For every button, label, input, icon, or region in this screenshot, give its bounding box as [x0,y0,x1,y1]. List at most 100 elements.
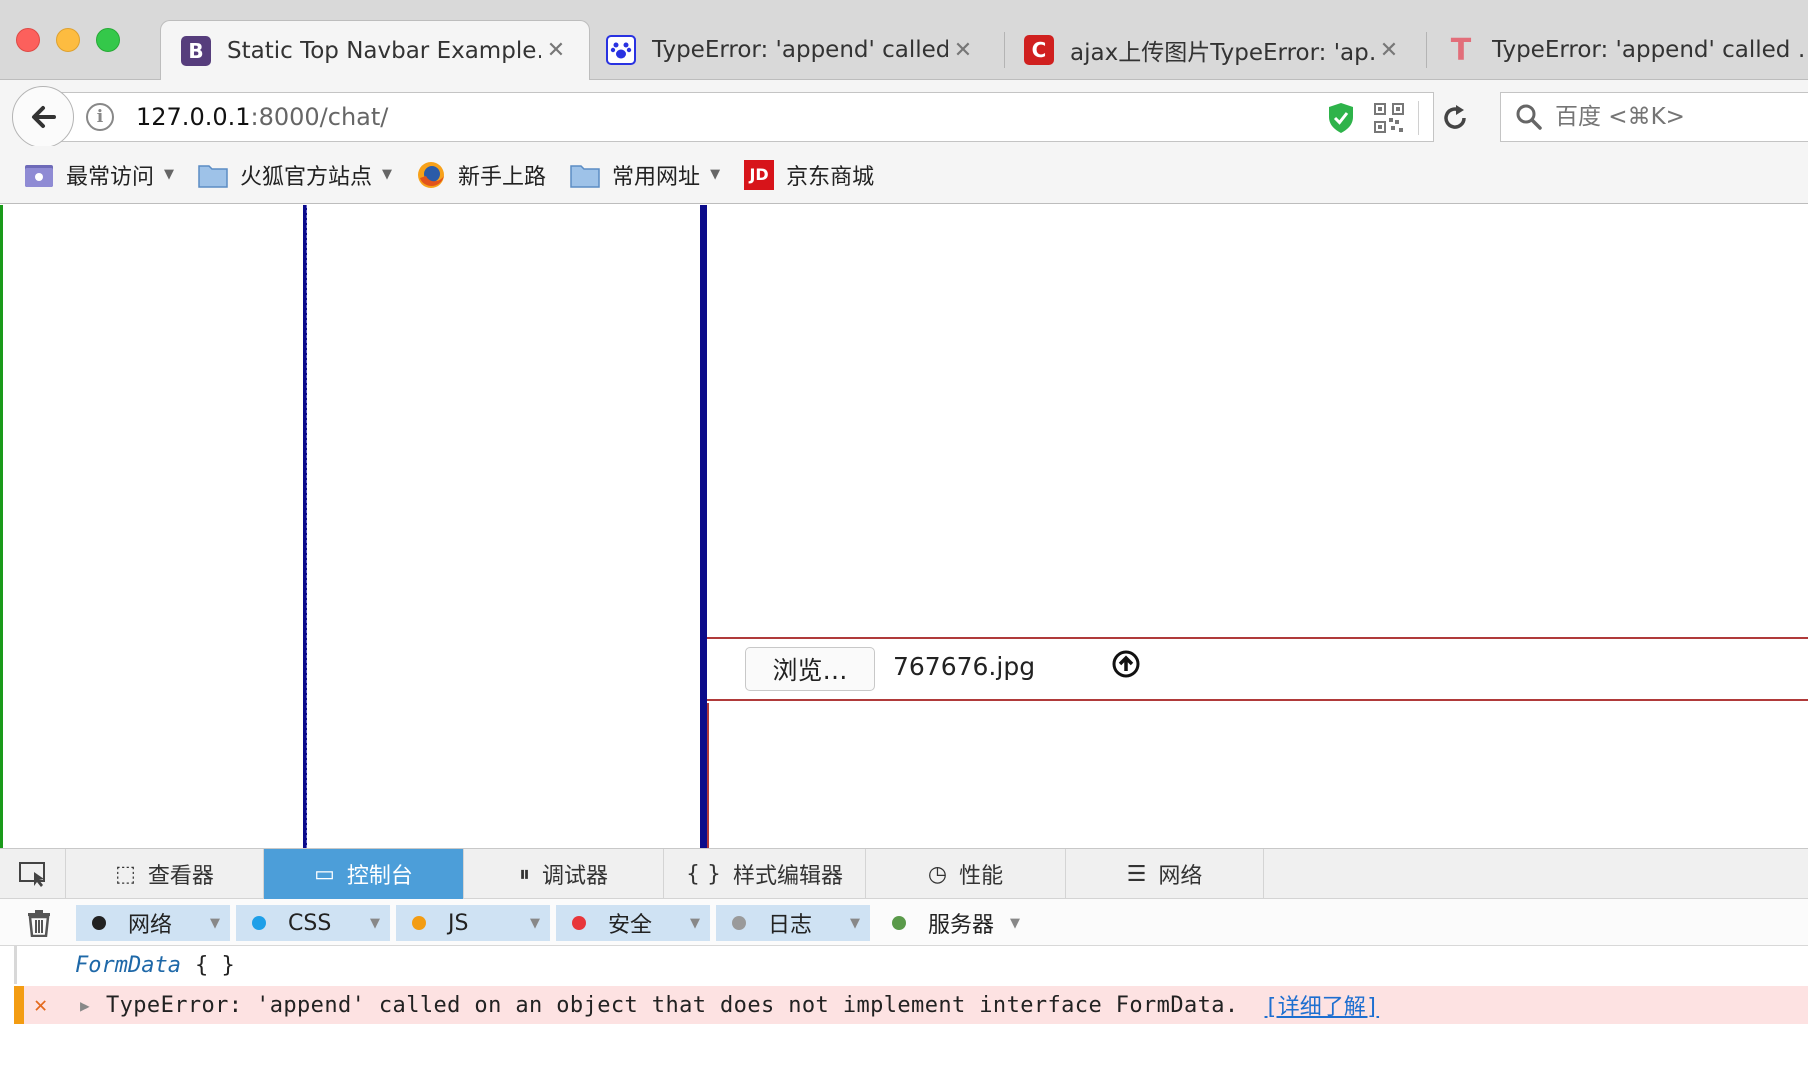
filter-label: 安全 [608,913,653,938]
filter-label: CSS [288,910,332,936]
trash-icon[interactable] [26,909,52,937]
folder-icon [570,164,600,188]
expand-arrow-icon[interactable]: ▶ [80,996,102,1015]
browser-tab-2[interactable]: TypeError: 'append' called … ✕ [586,20,996,80]
zoom-window-button[interactable] [96,28,120,52]
csdn-icon: C [1024,35,1054,65]
browser-tab-4[interactable]: T TypeError: 'append' called … [1426,20,1808,80]
search-bar[interactable] [1500,92,1808,142]
url-text[interactable]: 127.0.0.1:8000/chat/ [136,103,388,131]
filter-net[interactable]: 网络 ▼ [76,905,230,941]
filter-dot [92,916,106,930]
log-object-name[interactable]: FormData [75,953,181,978]
tab-console[interactable]: ▭ 控制台 [264,849,464,899]
tab-label: 样式编辑器 [732,864,843,889]
upload-icon[interactable] [1111,649,1141,683]
tab-debugger[interactable]: ⏸ 调试器 [464,849,664,899]
bookmark-label: 常用网址 [612,164,701,190]
filter-dot [732,916,746,930]
browse-file-button[interactable]: 浏览… [745,647,875,691]
bookmark-label: 京东商城 [786,164,875,190]
selected-file-name: 767676.jpg [893,652,1036,681]
filter-dot [412,916,426,930]
bookmark-label: 火狐官方站点 [240,164,373,190]
chevron-down-icon: ▼ [370,915,380,931]
tab-close-icon[interactable]: ✕ [948,38,978,63]
tab-title: TypeError: 'append' called … [652,37,948,63]
content-box [707,703,1808,848]
console-log-row: FormData { } [14,946,1808,984]
console-error-row: ✕ ▶ TypeError: 'append' called on an obj… [14,986,1808,1024]
style-editor-icon: { } [685,861,721,887]
folder-gear-icon [25,164,53,187]
firefox-icon [418,161,445,188]
log-object-value: { } [194,952,235,978]
learn-more-link[interactable]: [详细了解] [1265,989,1380,1021]
qr-code-icon[interactable] [1374,103,1404,137]
minimize-window-button[interactable] [56,28,80,52]
bookmark-label: 新手上路 [458,164,547,190]
bootstrap-icon: B [181,35,211,66]
frame-border-green [0,205,3,848]
network-icon: ☰ [1126,861,1147,887]
filter-label: JS [448,910,469,936]
debugger-icon: ⏸ [518,861,530,887]
url-path: :8000/chat/ [250,103,389,131]
tab-performance[interactable]: ◷ 性能 [866,849,1066,899]
reload-icon[interactable] [1440,103,1470,137]
chevron-down-icon: ▼ [164,167,175,182]
performance-icon: ◷ [927,861,948,887]
info-icon[interactable]: i [86,103,114,131]
filter-logging[interactable]: 日志 ▼ [716,905,870,941]
filter-label: 网络 [128,913,173,938]
tab-network[interactable]: ☰ 网络 [1066,849,1264,899]
folder-icon [198,164,228,188]
tab-title: ajax上传图片TypeError: 'ap… [1070,40,1374,66]
bookmark-common-sites[interactable]: 常用网址 ▼ [570,159,720,191]
chevron-down-icon: ▼ [1010,915,1020,931]
chevron-down-icon: ▼ [690,915,700,931]
frame-border-blue [303,205,307,848]
url-bar-divider [1418,101,1419,135]
url-host: 127.0.0.1 [136,103,251,131]
tab-inspector[interactable]: ⬚ 查看器 [66,849,264,899]
filter-label: 服务器 [928,913,995,938]
tab-label: 网络 [1158,864,1203,889]
tab-close-icon[interactable]: ✕ [541,38,571,63]
chevron-down-icon: ▼ [210,915,220,931]
bookmark-jd-mall[interactable]: JD 京东商城 [744,159,874,191]
tab-label: 控制台 [346,864,413,889]
filter-security[interactable]: 安全 ▼ [556,905,710,941]
chevron-down-icon: ▼ [382,167,393,182]
filter-server[interactable]: 服务器 ▼ [876,905,1030,941]
filter-dot [572,916,586,930]
inspector-icon: ⬚ [115,861,136,887]
devtools-panel: ⬚ 查看器 ▭ 控制台 ⏸ 调试器 { } 样式编辑器 ◷ 性能 ☰ 网络 网络… [0,848,1808,1086]
back-arrow-icon [32,106,56,128]
filter-dot [252,916,266,930]
browser-tab-3[interactable]: C ajax上传图片TypeError: 'ap… ✕ [1004,20,1422,80]
shield-icon[interactable] [1326,101,1356,139]
error-icon: ✕ [34,992,48,1018]
bookmark-label: 最常访问 [66,164,155,190]
close-window-button[interactable] [16,28,40,52]
search-input[interactable] [1555,104,1775,130]
tab-close-icon[interactable]: ✕ [1374,38,1404,63]
browser-tab-1[interactable]: B Static Top Navbar Example… ✕ [160,20,590,80]
bookmark-firefox-sites[interactable]: 火狐官方站点 ▼ [198,159,392,191]
jd-icon: JD [744,159,775,190]
bookmarks-toolbar: 最常访问 ▼ 火狐官方站点 ▼ 新手上路 常用网址 ▼ JD 京东商城 [0,146,1808,204]
bookmark-most-visited[interactable]: 最常访问 ▼ [24,159,174,191]
navigation-toolbar: i 127.0.0.1:8000/chat/ [0,80,1808,148]
back-button[interactable] [12,86,74,148]
element-picker-button[interactable] [0,849,66,899]
tab-title: TypeError: 'append' called … [1492,37,1808,63]
bookmark-getting-started[interactable]: 新手上路 [416,159,546,191]
tab-style-editor[interactable]: { } 样式编辑器 [664,849,866,899]
filter-js[interactable]: JS ▼ [396,905,550,941]
chevron-down-icon: ▼ [710,167,721,182]
filter-css[interactable]: CSS ▼ [236,905,390,941]
element-picker-icon [18,862,45,887]
url-bar[interactable]: i 127.0.0.1:8000/chat/ [56,92,1466,142]
filter-label: 日志 [768,913,813,938]
